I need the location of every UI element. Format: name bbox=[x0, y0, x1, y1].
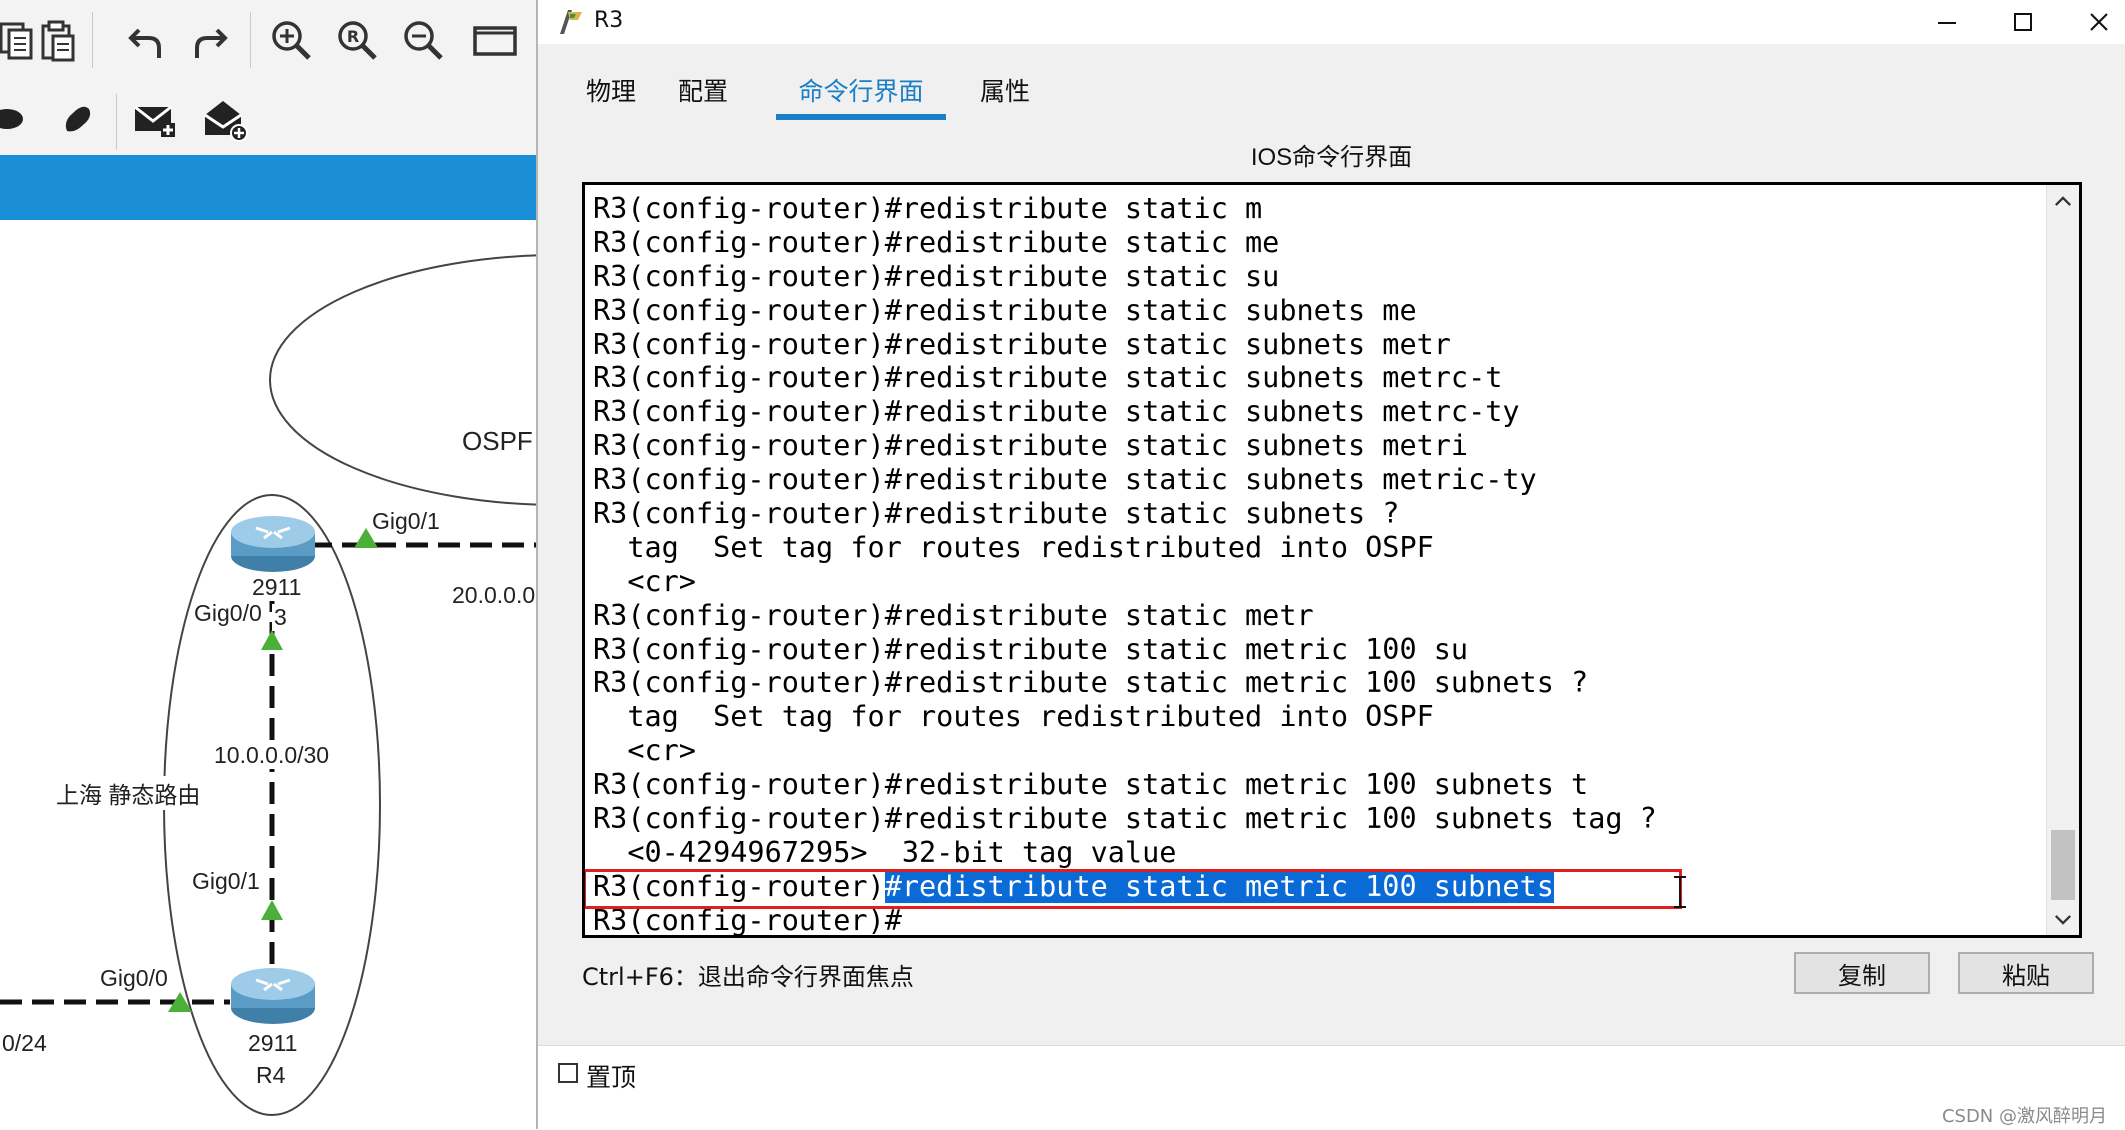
window-title: R3 bbox=[594, 8, 624, 33]
always-on-top-checkbox[interactable] bbox=[558, 1063, 578, 1083]
ellipse-icon[interactable] bbox=[0, 87, 38, 151]
r3-gig00-label: Gig0/0 bbox=[192, 600, 264, 627]
minimize-button[interactable] bbox=[1907, 0, 1987, 44]
network-20-label: 20.0.0.0 bbox=[450, 582, 538, 609]
terminal-line-selected: R3(config-router)#redistribute static me… bbox=[593, 869, 1657, 904]
close-icon bbox=[2090, 13, 2108, 31]
drawing-toolbar bbox=[0, 82, 540, 156]
terminal-line: R3(config-router)#redistribute static su… bbox=[593, 361, 1503, 395]
svg-text:R: R bbox=[347, 27, 359, 46]
undo-icon[interactable] bbox=[118, 8, 176, 72]
r3-model-label: 2911 bbox=[250, 574, 304, 601]
terminal-line: R3(config-router)#redistribute static su… bbox=[593, 463, 1537, 497]
r3-gig01-label: Gig0/1 bbox=[370, 508, 442, 535]
ospf-area-label: OSPF bbox=[460, 426, 535, 457]
terminal-line: R3(config-router)#redistribute static me… bbox=[593, 598, 1314, 632]
terminal-prompt-line[interactable]: R3(config-router)# bbox=[593, 904, 1657, 935]
terminal-line: R3(config-router)#redistribute static su bbox=[593, 259, 1280, 293]
router-r3-icon[interactable] bbox=[228, 510, 318, 580]
terminal-line: R3(config-router)#redistribute static su… bbox=[593, 429, 1469, 463]
tab-config[interactable]: 配置 bbox=[658, 68, 748, 116]
title-bar[interactable]: R3 bbox=[538, 0, 2125, 44]
copy-button[interactable]: 复制 bbox=[1794, 952, 1930, 994]
terminal-line: <cr> bbox=[593, 734, 696, 768]
tab-physical[interactable]: 物理 bbox=[566, 68, 656, 116]
selected-command-text[interactable]: #redistribute static metric 100 subnets bbox=[884, 869, 1554, 903]
terminal-line: R3(config-router)#redistribute static su… bbox=[593, 327, 1451, 361]
freeform-icon[interactable] bbox=[48, 87, 106, 151]
prompt-text: R3(config-router) bbox=[593, 869, 885, 903]
terminal-line: <cr> bbox=[593, 564, 696, 598]
region-shanghai-label: 上海 静态路由 bbox=[54, 776, 203, 810]
terminal-line: tag Set tag for routes redistributed int… bbox=[593, 530, 1434, 564]
terminal-line: R3(config-router)#redistribute static su… bbox=[593, 293, 1417, 327]
terminal-scrollbar[interactable] bbox=[2046, 185, 2079, 935]
tab-cli[interactable]: 命令行界面 bbox=[776, 68, 946, 120]
tab-attributes[interactable]: 属性 bbox=[960, 68, 1050, 116]
packet-tracer-icon bbox=[556, 6, 586, 36]
toolbar-separator bbox=[250, 12, 251, 68]
router-r4-icon[interactable] bbox=[228, 962, 318, 1032]
network-10-label: 10.0.0.0/30 bbox=[212, 742, 332, 769]
terminal-line: R3(config-router)#redistribute static me… bbox=[593, 632, 1469, 666]
scroll-down-icon[interactable] bbox=[2047, 905, 2079, 933]
window-icon[interactable] bbox=[466, 8, 524, 72]
always-on-top-label: 置顶 bbox=[586, 1063, 637, 1092]
zoom-in-icon[interactable] bbox=[262, 8, 320, 72]
network-left-label: 0/24 bbox=[0, 1030, 49, 1057]
minimize-icon bbox=[1938, 22, 1956, 24]
maximize-icon bbox=[2014, 13, 2032, 31]
terminal-line: tag Set tag for routes redistributed int… bbox=[593, 700, 1434, 734]
bottom-panel: 置顶 CSDN @激风醉明月 bbox=[538, 1045, 2125, 1130]
terminal-line: R3(config-router)#redistribute static me bbox=[593, 225, 1280, 259]
terminal-line: R3(config-router)#redistribute static su… bbox=[593, 497, 1400, 531]
terminal-line: R3(config-router)#redistribute static m bbox=[593, 192, 1263, 225]
terminal-line: R3(config-router)#redistribute static me… bbox=[593, 802, 1657, 836]
topology-header-strip bbox=[0, 155, 540, 220]
r3-name-label: 3 bbox=[272, 604, 289, 631]
cli-header: IOS命令行界面 bbox=[1250, 144, 1413, 171]
paste-icon[interactable] bbox=[28, 8, 86, 72]
toolbar-separator bbox=[116, 94, 117, 150]
terminal-line: R3(config-router)#redistribute static me… bbox=[593, 666, 1589, 700]
r4-model-label: 2911 bbox=[246, 1030, 300, 1057]
r4-gig01-label: Gig0/1 bbox=[190, 868, 262, 895]
zoom-out-icon[interactable] bbox=[394, 8, 452, 72]
text-cursor-icon bbox=[1671, 875, 1689, 909]
cli-terminal[interactable]: R3(config-router)#redistribute static mR… bbox=[582, 182, 2082, 938]
scrollbar-thumb[interactable] bbox=[2051, 830, 2075, 900]
scroll-up-icon[interactable] bbox=[2047, 187, 2079, 215]
cli-focus-hint: Ctrl+F6：退出命令行界面焦点 bbox=[582, 963, 914, 991]
paste-button[interactable]: 粘贴 bbox=[1958, 952, 2094, 994]
maximize-button[interactable] bbox=[1983, 0, 2063, 44]
terminal-line: R3(config-router)#redistribute static su… bbox=[593, 395, 1520, 429]
r4-name-label: R4 bbox=[254, 1062, 288, 1089]
toolbar-separator bbox=[92, 12, 93, 68]
watermark: CSDN @激风醉明月 bbox=[1941, 1106, 2107, 1127]
complex-pdu-icon[interactable] bbox=[196, 87, 254, 151]
redo-icon[interactable] bbox=[180, 8, 238, 72]
add-pdu-icon[interactable] bbox=[126, 87, 184, 151]
terminal-output: R3(config-router)#redistribute static mR… bbox=[593, 192, 1657, 935]
close-button[interactable] bbox=[2059, 0, 2125, 44]
workspace: R OSPF Gig0/1 20.0.0.0 2911 Gig0/0 3 10.… bbox=[0, 0, 540, 1129]
zoom-reset-icon[interactable]: R bbox=[328, 8, 386, 72]
r4-gig00-label: Gig0/0 bbox=[98, 965, 170, 992]
terminal-line: R3(config-router)#redistribute static me… bbox=[593, 768, 1589, 802]
terminal-line: <0-4294967295> 32-bit tag value bbox=[593, 835, 1177, 869]
active-tab-indicator bbox=[776, 114, 946, 120]
router-r3-dialog: R3 物理 配置 命令行界面 属性 IOS命令行界面 R3(config-rou… bbox=[536, 0, 2125, 1130]
main-toolbar: R bbox=[0, 0, 540, 83]
